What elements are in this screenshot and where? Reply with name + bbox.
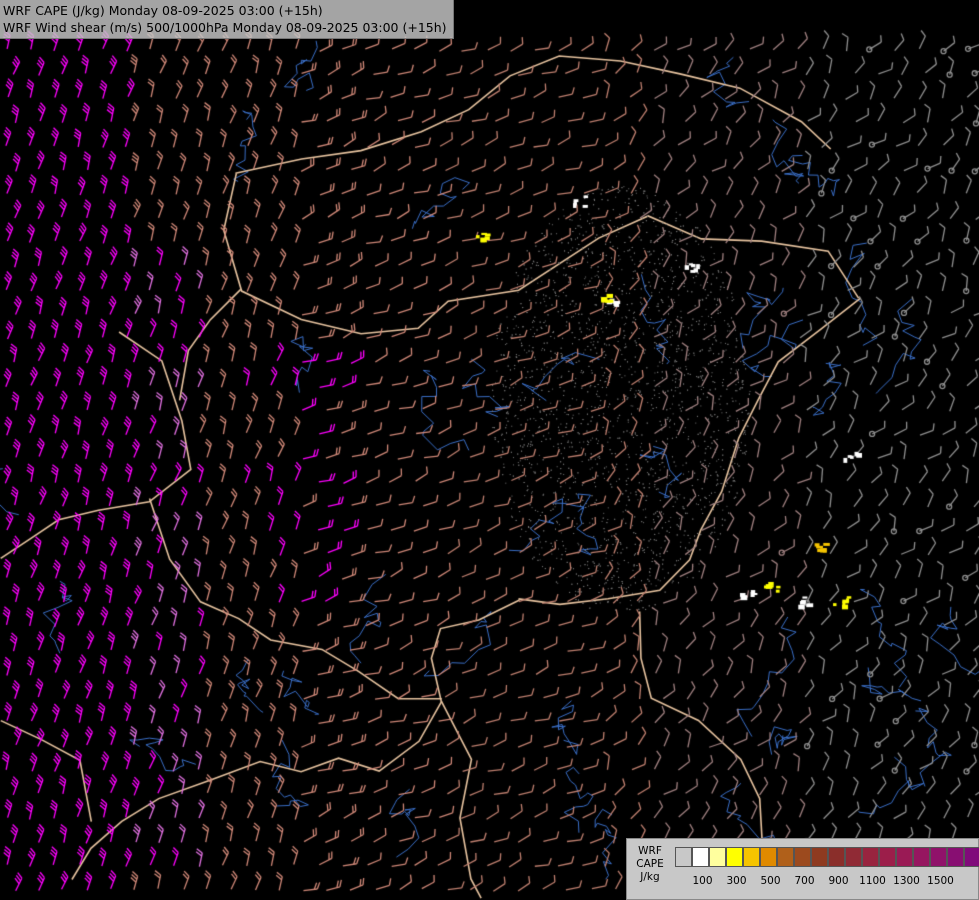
legend-swatch bbox=[692, 847, 709, 867]
legend-swatch bbox=[862, 847, 879, 867]
map-title-box: WRF CAPE (J/kg) Monday 08-09-2025 03:00 … bbox=[0, 0, 454, 39]
legend-tick-label: 700 bbox=[794, 875, 815, 887]
legend-swatch bbox=[811, 847, 828, 867]
legend-swatch bbox=[845, 847, 862, 867]
legend-tick-label: 900 bbox=[828, 875, 849, 887]
legend-label-line: J/kg bbox=[640, 871, 660, 883]
legend-tick-label: 1500 bbox=[927, 875, 954, 887]
legend-swatch bbox=[896, 847, 913, 867]
legend-swatch bbox=[675, 847, 692, 867]
legend-swatch bbox=[828, 847, 845, 867]
legend-swatch bbox=[777, 847, 794, 867]
legend-swatch bbox=[913, 847, 930, 867]
legend-swatch bbox=[794, 847, 811, 867]
legend-tick-label: 100 bbox=[692, 875, 713, 887]
legend-label: WRF CAPE J/kg bbox=[633, 845, 667, 884]
cape-title: WRF CAPE (J/kg) Monday 08-09-2025 03:00 … bbox=[3, 3, 323, 18]
cape-legend: WRF CAPE J/kg 100 300 500 700 900 1100 1300 150… bbox=[626, 838, 979, 900]
legend-color-scale bbox=[675, 847, 979, 867]
legend-swatch bbox=[964, 847, 979, 867]
legend-swatch bbox=[760, 847, 777, 867]
legend-label-line: WRF bbox=[638, 845, 662, 857]
legend-ticks: 100 300 500 700 900 1100 1300 1500 bbox=[675, 875, 975, 889]
legend-swatch bbox=[930, 847, 947, 867]
wind-shear-title: WRF Wind shear (m/s) 500/1000hPa Monday … bbox=[3, 20, 447, 35]
legend-tick-label: 1100 bbox=[859, 875, 886, 887]
legend-tick-label: 1300 bbox=[893, 875, 920, 887]
legend-swatch bbox=[879, 847, 896, 867]
legend-swatch bbox=[947, 847, 964, 867]
legend-label-line: CAPE bbox=[636, 858, 664, 870]
legend-swatch bbox=[709, 847, 726, 867]
legend-tick-label: 300 bbox=[726, 875, 747, 887]
weather-map bbox=[0, 0, 979, 900]
legend-swatch bbox=[743, 847, 760, 867]
legend-tick-label: 500 bbox=[760, 875, 781, 887]
legend-swatch bbox=[726, 847, 743, 867]
